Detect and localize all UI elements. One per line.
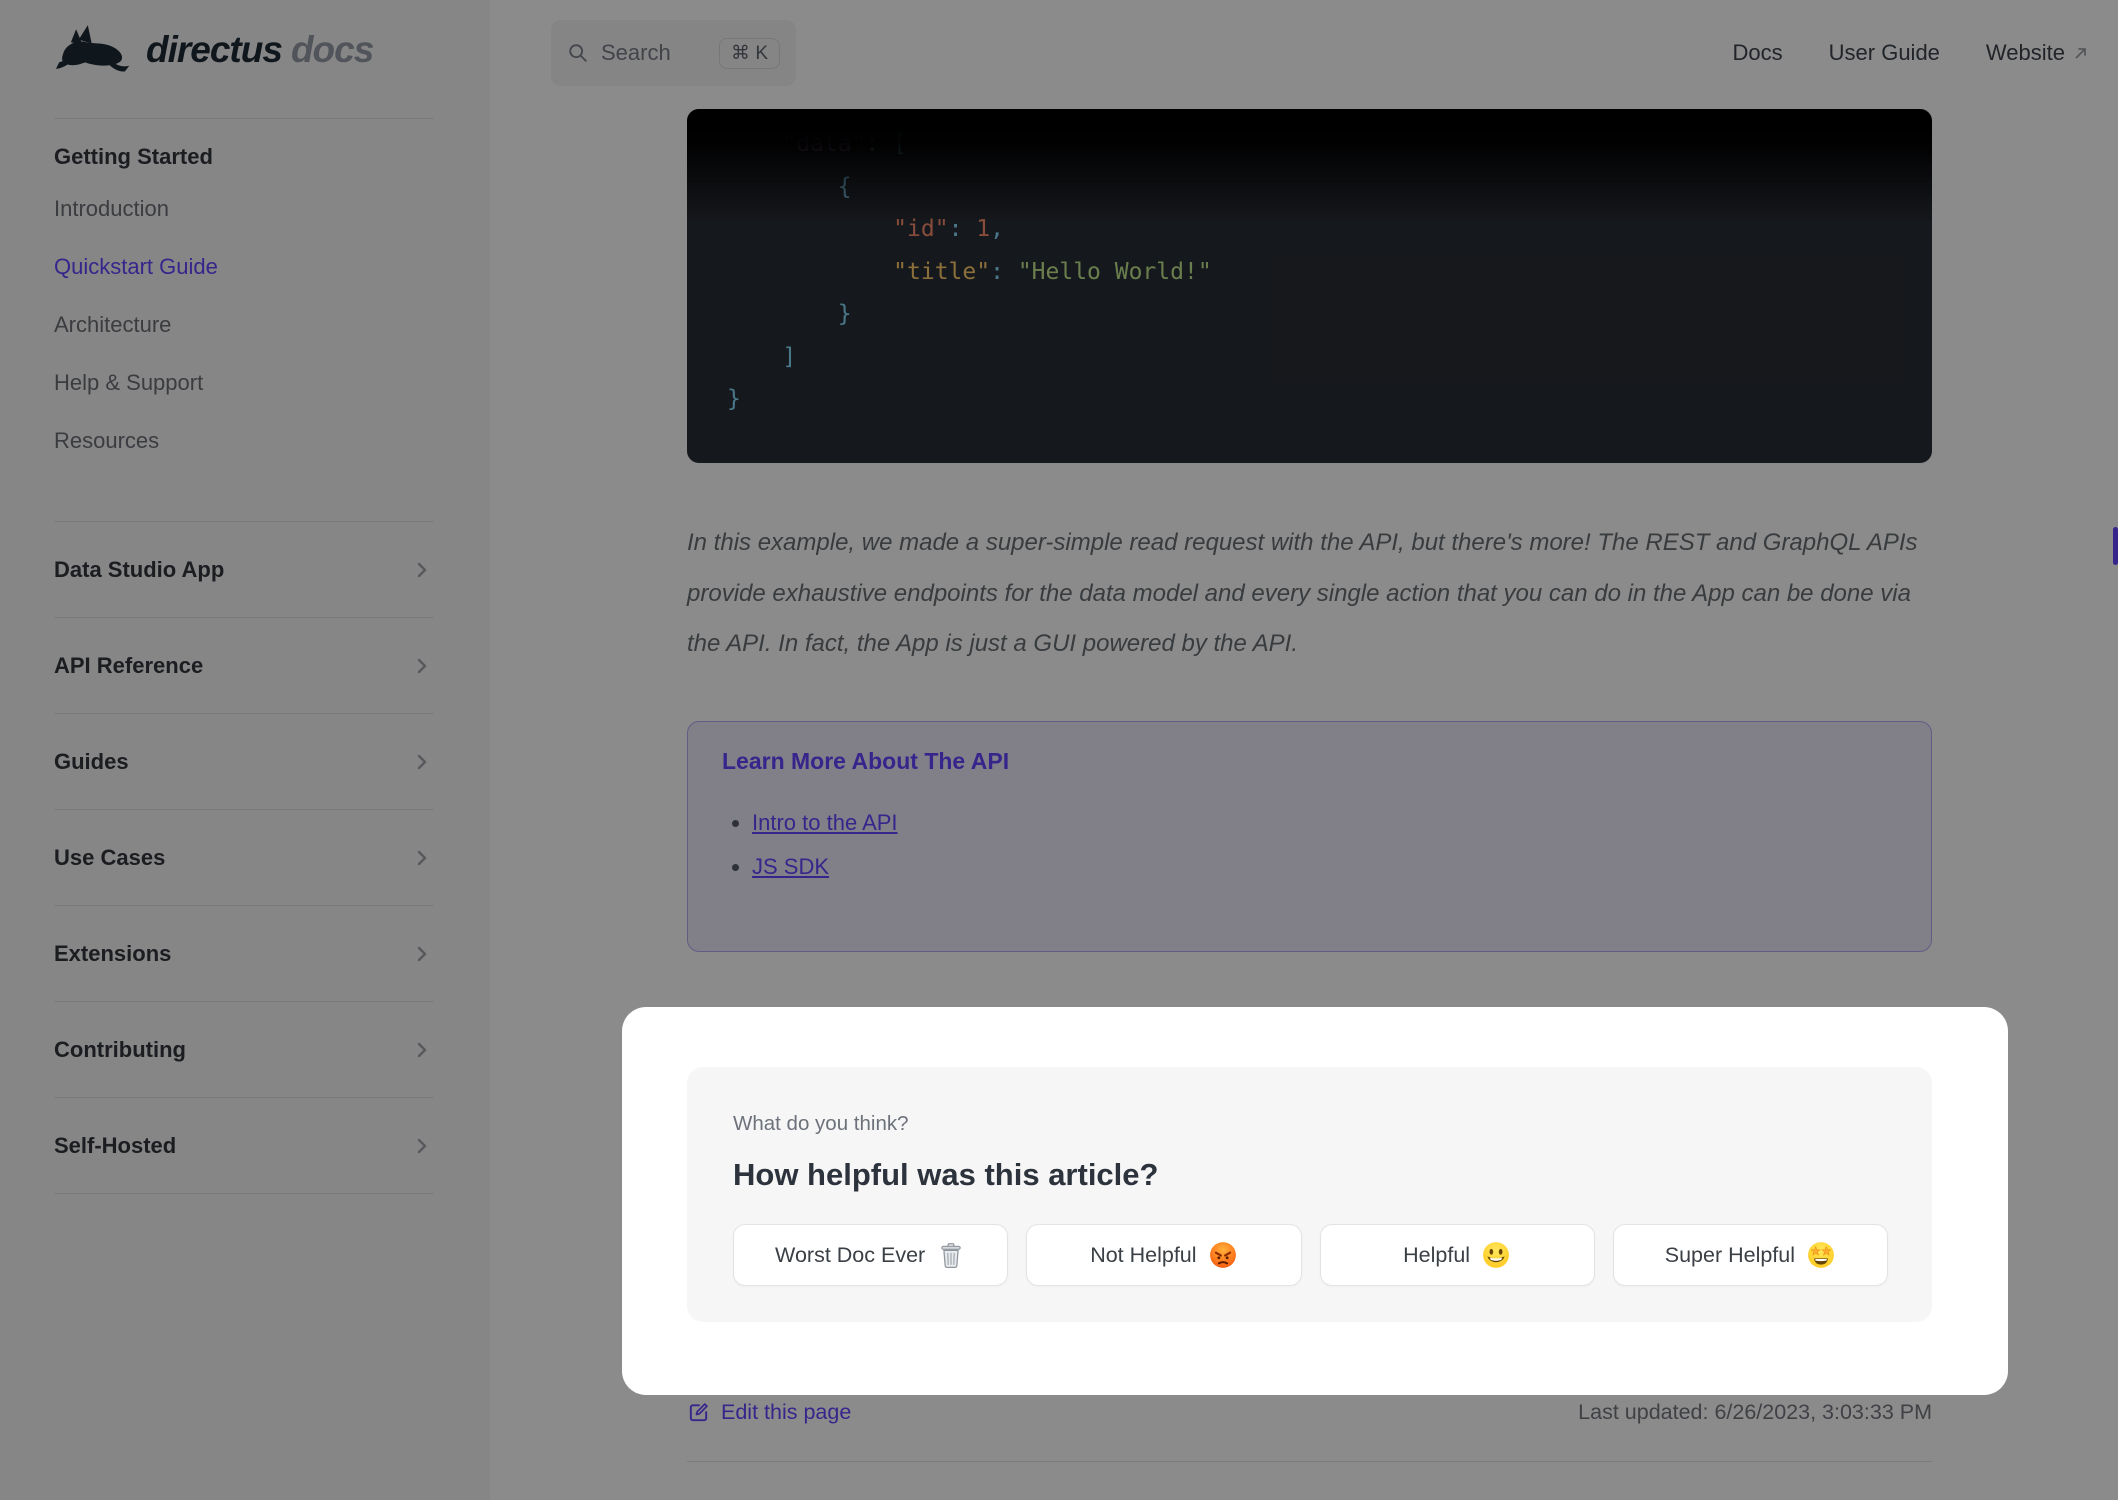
feedback-button-super-helpful[interactable]: Super Helpful xyxy=(1612,1224,1888,1286)
feedback-kicker: What do you think? xyxy=(733,1112,909,1135)
feedback-question: How helpful was this article? xyxy=(733,1157,1159,1192)
feedback-button-label: Worst Doc Ever xyxy=(775,1242,926,1267)
feedback-card: What do you think? How helpful was this … xyxy=(687,1067,1932,1322)
feedback-options: Worst Doc Ever Not Helpful Helpful Super… xyxy=(733,1224,1888,1286)
feedback-spotlight: What do you think? How helpful was this … xyxy=(622,1007,2008,1395)
feedback-button-label: Not Helpful xyxy=(1090,1242,1197,1267)
docs-page: directus docs Getting Started Introductio… xyxy=(0,0,2118,1500)
smiley-face-icon xyxy=(1483,1242,1510,1268)
feedback-button-label: Super Helpful xyxy=(1664,1242,1796,1267)
star-struck-icon xyxy=(1808,1242,1834,1268)
feedback-button-worst-doc-ever[interactable]: Worst Doc Ever xyxy=(733,1224,1009,1286)
feedback-button-not-helpful[interactable]: Not Helpful xyxy=(1026,1224,1302,1286)
feedback-button-helpful[interactable]: Helpful xyxy=(1319,1224,1595,1286)
feedback-button-label: Helpful xyxy=(1403,1242,1471,1267)
trash-icon xyxy=(941,1243,961,1268)
angry-face-icon xyxy=(1209,1242,1236,1268)
